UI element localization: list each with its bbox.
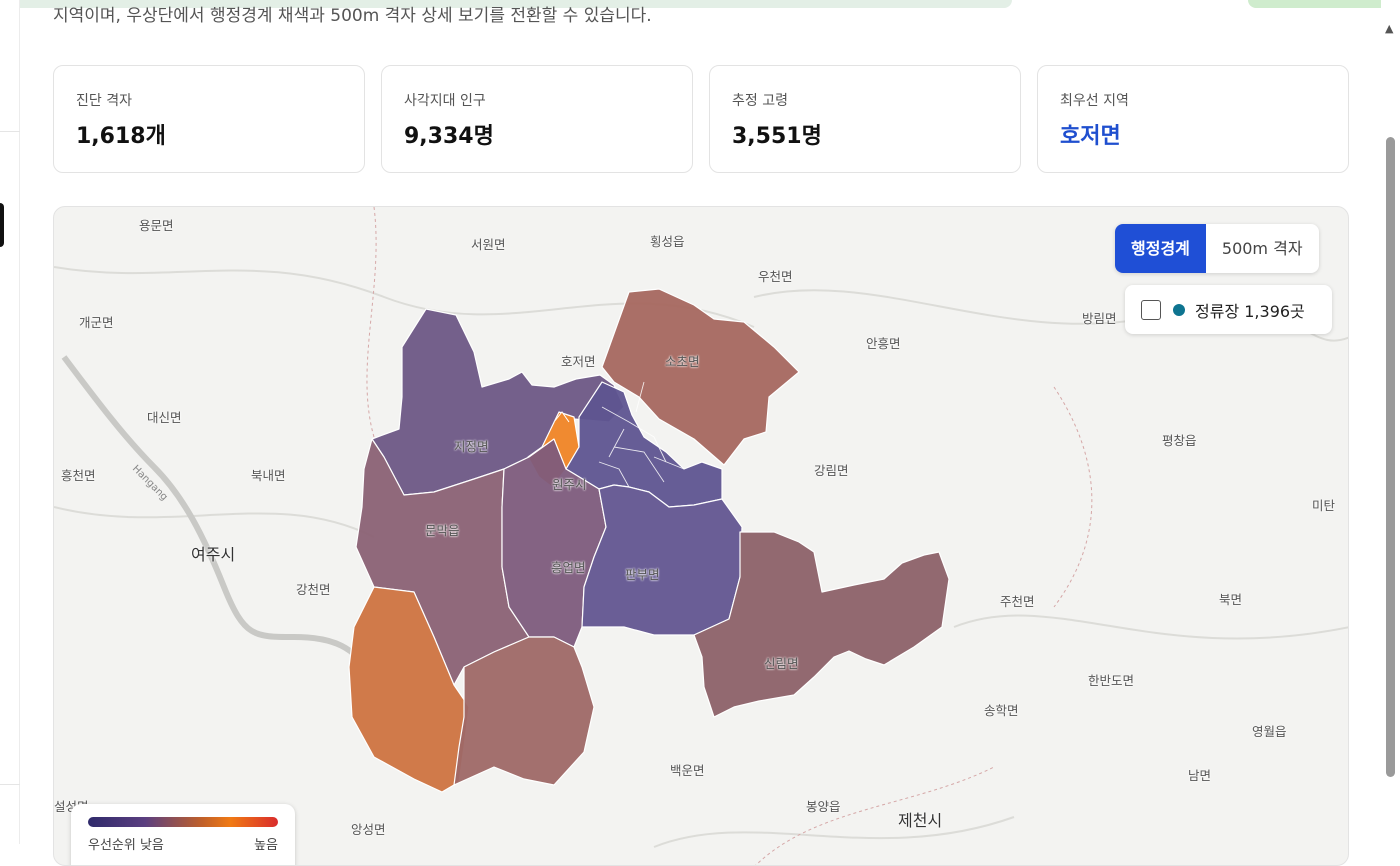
place-label: 한반도면	[1088, 673, 1135, 688]
stops-label: 정류장 1,396곳	[1195, 301, 1305, 321]
place-label: 평창읍	[1162, 433, 1197, 448]
sidebar-active-tab[interactable]	[0, 203, 4, 247]
stat-label: 진단 격자	[76, 93, 132, 109]
place-label: 송학면	[984, 703, 1019, 718]
place-label: 강천면	[296, 582, 331, 597]
place-label: 원주시	[552, 477, 587, 492]
place-label: 남면	[1188, 768, 1212, 783]
place-label: 영월읍	[1252, 724, 1287, 739]
place-label: 미탄	[1312, 498, 1336, 513]
page-scrollbar[interactable]: ▲	[1381, 0, 1400, 844]
place-label: 주천면	[1000, 594, 1035, 609]
place-label: 봉양읍	[806, 799, 841, 814]
place-label: 흥업면	[551, 560, 586, 575]
place-label: 대신면	[147, 410, 182, 425]
legend-gradient	[88, 817, 278, 827]
stat-label: 추정 고령	[732, 93, 788, 109]
sidebar-divider	[0, 784, 20, 785]
place-label: 우천면	[758, 269, 793, 284]
stat-label: 사각지대 인구	[404, 93, 486, 109]
place-label: 소초면	[665, 354, 700, 369]
place-label: 북내면	[251, 468, 286, 483]
place-label: 백운면	[670, 763, 705, 778]
place-label: 방림면	[1082, 311, 1117, 326]
place-label: 강림면	[814, 463, 849, 478]
stat-card-grids: 진단 격자 1,618개	[53, 65, 365, 173]
place-label: 용문면	[139, 218, 174, 233]
place-label: 지정면	[454, 439, 489, 454]
place-label: 앙성면	[351, 822, 386, 837]
stat-card-elderly: 추정 고령 3,551명	[709, 65, 1021, 173]
stat-label: 최우선 지역	[1060, 93, 1129, 109]
stat-value: 1,618개	[76, 124, 166, 149]
stat-value: 호저면	[1060, 124, 1121, 149]
toggle-admin-boundary[interactable]: 행정경계	[1115, 224, 1206, 273]
stat-value: 9,334명	[404, 124, 494, 149]
stops-layer-control[interactable]: 정류장 1,396곳	[1125, 285, 1332, 334]
intro-text: 지역이며, 우상단에서 행정경계 채색과 500m 격자 상세 보기를 전환할 …	[53, 6, 652, 26]
stat-card-blindspot-population: 사각지대 인구 9,334명	[381, 65, 693, 173]
map-legend: 우선순위 낮음 높음	[71, 804, 295, 865]
view-toggle[interactable]: 행정경계 500m 격자	[1115, 224, 1319, 273]
place-label: 횡성읍	[650, 234, 685, 249]
place-label: 호저면	[561, 354, 596, 369]
scrollbar-thumb[interactable]	[1386, 137, 1395, 777]
place-label: 서원면	[471, 237, 506, 252]
place-label: 신림면	[764, 656, 799, 671]
scroll-up-arrow-icon[interactable]: ▲	[1385, 22, 1393, 35]
stat-card-top-priority: 최우선 지역 호저면	[1037, 65, 1349, 173]
place-label: 안흥면	[866, 336, 901, 351]
place-label: 문막읍	[425, 523, 460, 538]
stop-dot-icon	[1173, 303, 1185, 316]
stops-checkbox[interactable]	[1141, 299, 1161, 320]
place-label: 제천시	[898, 811, 943, 830]
stat-value: 3,551명	[732, 124, 822, 149]
top-action-pill[interactable]	[1248, 0, 1388, 8]
place-label: 판부면	[625, 567, 660, 582]
region-panbumyeon[interactable]	[581, 484, 743, 636]
river-label: Hangang	[130, 463, 170, 503]
sidebar-divider	[0, 131, 20, 132]
map-container[interactable]: Hangang 용문면 서원면 횡성읍 우천면 개군면 방림면 호저면 소초면 …	[53, 206, 1349, 866]
sidebar-edge	[0, 0, 20, 844]
place-label: 개군면	[79, 315, 114, 330]
toggle-500m-grid[interactable]: 500m 격자	[1206, 224, 1319, 273]
place-label: 여주시	[191, 545, 236, 564]
place-label: 북면	[1219, 592, 1243, 607]
place-label: 흥천면	[61, 468, 96, 483]
